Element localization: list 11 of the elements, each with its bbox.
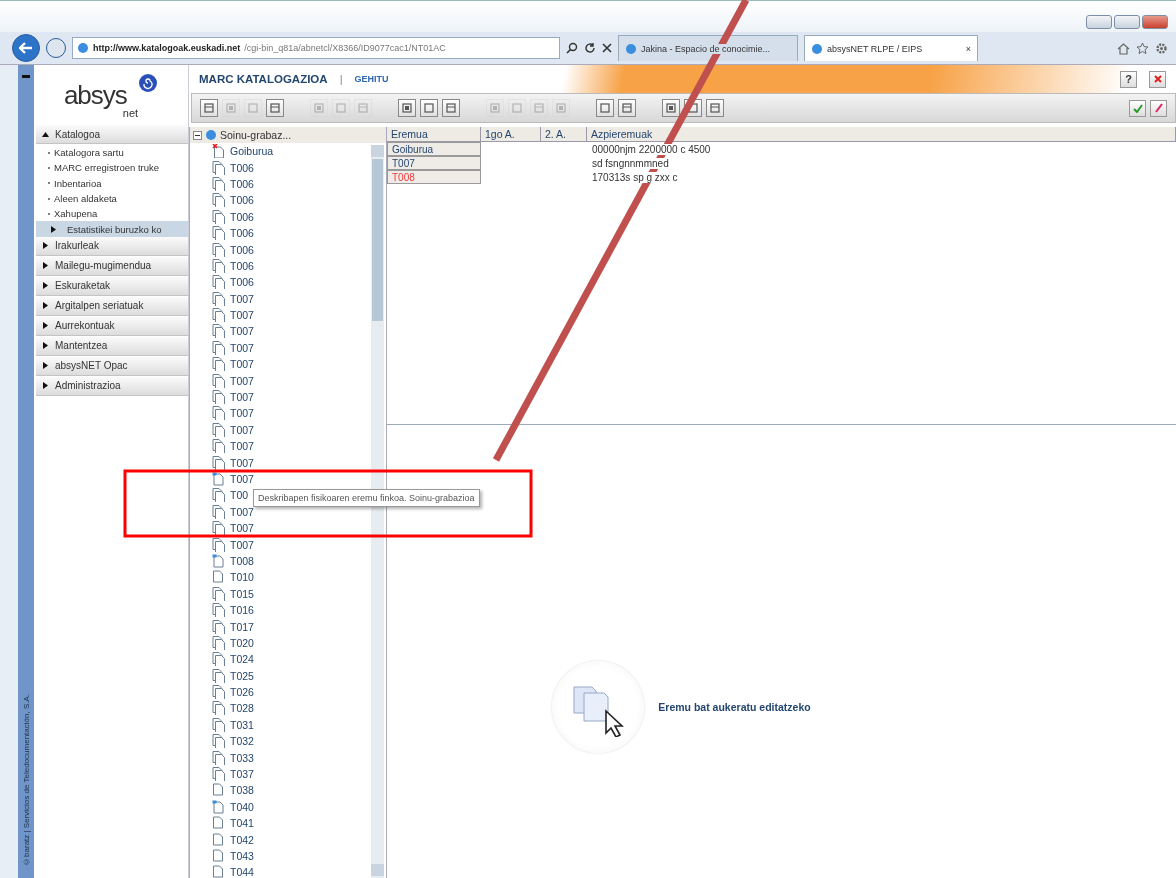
copyright-text: ©baratz | Servicios de Teledocumentación, S.A. xyxy=(21,694,31,866)
logo: absys net xyxy=(34,65,188,125)
empty-message: Eremu bat aukeratu editatzeko xyxy=(658,700,811,713)
separator-text: | xyxy=(339,73,343,85)
table-cell: 170313s sp g zxx c xyxy=(591,171,679,183)
table-cell: sd fsngnnmmned xyxy=(591,157,670,169)
table-cell: 00000njm 2200000 c 4500 xyxy=(591,143,712,155)
page-title: MARC KATALOGAZIOA xyxy=(199,73,328,85)
tooltip: Deskribapen fisikoaren eremu finkoa. Soinu-grabazioa xyxy=(253,489,480,507)
url-host: http://www.katalogoak.euskadi.net xyxy=(93,43,241,53)
url-path: /cgi-bin_q81a/abnetcl/X8366/ID9077cac1/NT01AC xyxy=(244,43,446,53)
